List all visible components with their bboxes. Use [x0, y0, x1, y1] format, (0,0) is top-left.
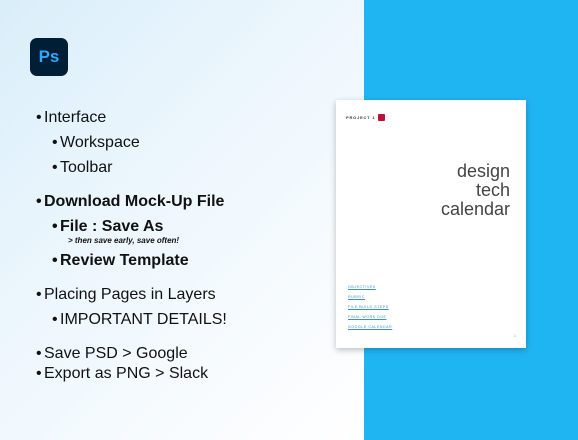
bullet-save-psd: Save PSD > Google	[36, 344, 356, 364]
document-link-objectives[interactable]: OBJECTIVES	[348, 282, 392, 292]
document-header-text: PROJECT 1	[346, 115, 376, 120]
document-title-line: calendar	[440, 199, 510, 219]
document-link-rubric[interactable]: RUBRIC	[348, 292, 392, 302]
photoshop-logo-icon: Ps	[30, 38, 68, 76]
bullet-important-details: IMPORTANT DETAILS!	[52, 310, 356, 330]
bullet-toolbar: Toolbar	[52, 158, 356, 178]
photoshop-logo-text: Ps	[38, 47, 60, 66]
document-title-line: tech	[475, 180, 510, 200]
document-title-line: design	[456, 161, 510, 181]
bullet-export-png: Export as PNG > Slack	[36, 364, 356, 384]
document-link-final-work-due[interactable]: FINAL WORK DUE	[348, 312, 392, 322]
save-often-note: > then save early, save often!	[68, 236, 180, 245]
document-title: design tech calendar	[441, 162, 510, 219]
project-badge-icon	[378, 114, 386, 121]
bullet-interface: Interface	[36, 108, 356, 128]
bullet-list: Interface Workspace Toolbar Download Moc…	[36, 108, 356, 384]
bullet-download-mockup: Download Mock-Up File	[36, 192, 356, 212]
bullet-placing-pages: Placing Pages in Layers	[36, 285, 356, 305]
document-links: OBJECTIVES RUBRIC FILE BUILD STEPS FINAL…	[348, 282, 392, 332]
document-header: PROJECT 1	[346, 114, 386, 121]
bullet-workspace: Workspace	[52, 133, 356, 153]
document-page-number: 1	[514, 334, 516, 338]
document-link-google-calendar[interactable]: GOOGLE CALENDAR	[348, 322, 392, 332]
bullet-review-template: Review Template	[52, 251, 356, 271]
export-png-text: Export as PNG > Slack	[44, 365, 209, 382]
document-thumbnail: PROJECT 1 design tech calendar OBJECTIVE…	[336, 100, 526, 348]
document-link-file-build-steps[interactable]: FILE BUILD STEPS	[348, 302, 392, 312]
bullet-file-save-as: File : Save As	[52, 217, 356, 237]
